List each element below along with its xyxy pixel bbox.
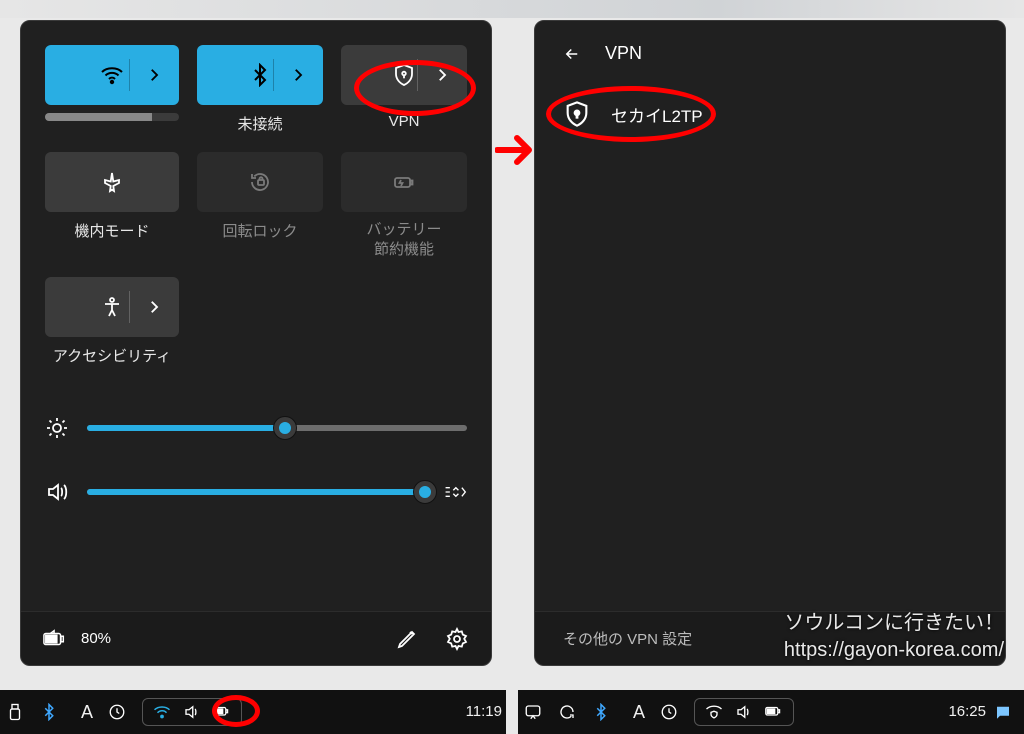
- battery-saver-label: バッテリー 節約機能: [341, 220, 467, 259]
- tray-notifications-icon[interactable]: [994, 703, 1020, 721]
- tray-ime-icon[interactable]: A: [74, 702, 100, 723]
- rotation-lock-tile[interactable]: [197, 152, 323, 212]
- tray-network-cluster[interactable]: [142, 698, 242, 726]
- tray-right-time[interactable]: 16:25: [948, 704, 986, 720]
- tray-volume-icon: [735, 703, 753, 721]
- wifi-strength-bar: [45, 113, 179, 121]
- tray-bluetooth-icon[interactable]: [592, 703, 618, 721]
- tray-chat-icon[interactable]: [524, 703, 550, 721]
- callout-arrow-icon: [495, 130, 535, 170]
- back-button[interactable]: [563, 45, 581, 63]
- vpn-shield-icon: [392, 63, 416, 87]
- vpn-expand-icon[interactable]: [433, 45, 451, 105]
- tray-ime-icon[interactable]: A: [626, 702, 652, 723]
- tray-battery-icon: [765, 703, 783, 721]
- tray-clock-icon[interactable]: [108, 703, 134, 721]
- volume-slider[interactable]: [45, 480, 467, 504]
- vpn-shield-icon: [563, 100, 591, 128]
- rotation-lock-icon: [248, 170, 272, 194]
- vpn-connection-name: セカイL2TP: [611, 102, 703, 127]
- taskbar-left: A 11:19: [0, 690, 506, 734]
- quick-settings-footer: 80%: [21, 611, 491, 665]
- battery-saver-icon: [392, 170, 416, 194]
- vpn-label: VPN: [341, 113, 467, 130]
- tray-wifi-shield-icon: [705, 703, 723, 721]
- airplane-icon: [100, 170, 124, 194]
- volume-icon: [45, 480, 69, 504]
- tray-sync-icon[interactable]: [558, 703, 584, 721]
- quick-settings-panel: 未接続 VPN: [20, 20, 492, 666]
- vpn-connection-item[interactable]: セカイL2TP: [535, 86, 1005, 142]
- brightness-icon: [45, 416, 69, 440]
- brightness-slider[interactable]: [45, 416, 467, 440]
- bluetooth-expand-icon[interactable]: [289, 45, 307, 105]
- airplane-tile[interactable]: [45, 152, 179, 212]
- battery-icon[interactable]: [43, 627, 67, 651]
- vpn-tile[interactable]: [341, 45, 467, 105]
- wifi-expand-icon[interactable]: [145, 45, 163, 105]
- tray-battery-icon: [213, 703, 231, 721]
- bluetooth-label: 未接続: [197, 113, 323, 134]
- tray-bluetooth-icon[interactable]: [40, 703, 66, 721]
- airplane-label: 機内モード: [45, 220, 179, 241]
- audio-output-icon[interactable]: [443, 480, 467, 504]
- background-strip: [0, 0, 1024, 18]
- settings-button[interactable]: [445, 627, 469, 651]
- tray-wifi-icon: [153, 703, 171, 721]
- vpn-more-settings[interactable]: その他の VPN 設定: [535, 611, 1005, 665]
- accessibility-tile[interactable]: [45, 277, 179, 337]
- tray-usb-icon[interactable]: [6, 703, 32, 721]
- bluetooth-icon: [248, 63, 272, 87]
- wifi-icon: [100, 63, 124, 87]
- wifi-tile[interactable]: [45, 45, 179, 105]
- vpn-panel: VPN セカイL2TP その他の VPN 設定: [534, 20, 1006, 666]
- vpn-header-title: VPN: [605, 43, 642, 64]
- accessibility-expand-icon[interactable]: [145, 277, 163, 337]
- tray-volume-icon: [183, 703, 201, 721]
- accessibility-label: アクセシビリティ: [45, 345, 179, 366]
- edit-button[interactable]: [395, 627, 419, 651]
- tray-network-cluster[interactable]: [694, 698, 794, 726]
- tray-clock-icon[interactable]: [660, 703, 686, 721]
- taskbar-right: A 16:25: [518, 690, 1024, 734]
- rotation-lock-label: 回転ロック: [197, 220, 323, 241]
- battery-percent: 80%: [81, 630, 111, 647]
- battery-saver-tile[interactable]: [341, 152, 467, 212]
- bluetooth-tile[interactable]: [197, 45, 323, 105]
- accessibility-icon: [100, 295, 124, 319]
- tray-left-time[interactable]: 11:19: [466, 704, 502, 720]
